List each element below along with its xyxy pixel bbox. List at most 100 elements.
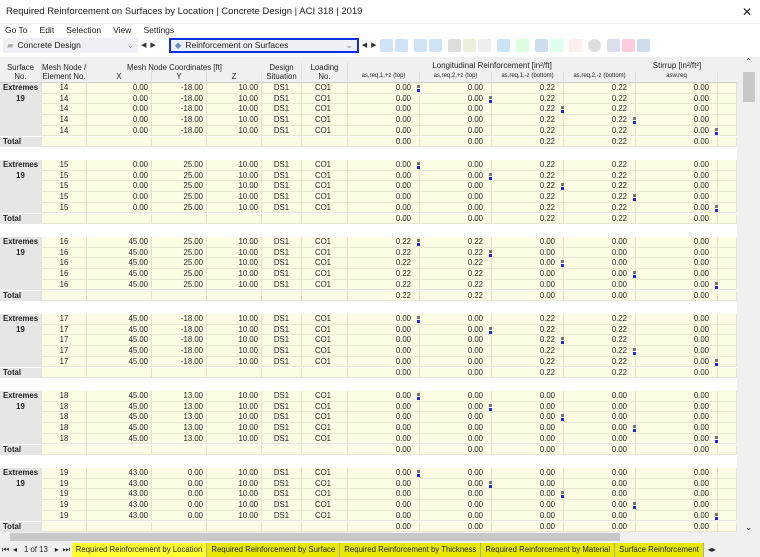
next-icon[interactable]: ▶ — [150, 41, 155, 49]
table-row[interactable]: Extremes1745.00-18.0010.00DS1CO10.000.00… — [0, 314, 737, 325]
table-row[interactable]: 1745.00-18.0010.00DS1CO10.000.000.220.22… — [0, 335, 737, 346]
prev-page-icon[interactable]: ◂ — [13, 545, 17, 554]
table-row[interactable]: Extremes140.00-18.0010.00DS1CO10.000.000… — [0, 83, 737, 94]
value: 0.00 — [694, 325, 709, 334]
x-cell: 0.00 — [87, 126, 152, 137]
table-row[interactable]: 191645.0025.0010.00DS1CO10.220.220.000.0… — [0, 248, 737, 259]
prev-icon[interactable]: ◀ — [141, 41, 146, 49]
total-row[interactable]: Total0.000.000.220.220.00 — [0, 137, 737, 148]
z-cell: 10.00 — [207, 346, 262, 357]
value: 0.00 — [694, 423, 709, 432]
col-as2-top: as,req,2,+z (top) — [420, 72, 492, 81]
value-cell: 0.22 — [492, 314, 564, 325]
filter-icon[interactable] — [535, 39, 548, 52]
table-row[interactable]: 150.0025.0010.00DS1CO10.000.000.220.220.… — [0, 181, 737, 192]
table-row[interactable]: 1943.000.0010.00DS1CO10.000.000.000.000.… — [0, 511, 737, 522]
table-row[interactable]: Extremes1645.0025.0010.00DS1CO10.220.220… — [0, 237, 737, 248]
tab-by-material[interactable]: Required Reinforcement by Material — [481, 543, 615, 557]
column-icon-2[interactable] — [478, 39, 491, 52]
menu-selection[interactable]: Selection — [66, 25, 101, 35]
table-row[interactable]: 150.0025.0010.00DS1CO10.000.000.220.220.… — [0, 203, 737, 214]
select-icon[interactable] — [380, 39, 393, 52]
chart-icon[interactable] — [497, 39, 510, 52]
column-icon[interactable] — [463, 39, 476, 52]
scroll-up-icon[interactable]: ⌃ — [737, 57, 760, 66]
module-select[interactable]: ▰Concrete Design⌄ — [3, 38, 138, 53]
table-row[interactable]: 1845.0013.0010.00DS1CO10.000.000.000.000… — [0, 412, 737, 423]
zoom-icon[interactable] — [607, 39, 620, 52]
menu-edit[interactable]: Edit — [40, 25, 55, 35]
color-icon[interactable] — [622, 39, 635, 52]
co-cell: CO1 — [302, 203, 348, 214]
value-cell: 0.22 — [420, 291, 492, 302]
table-row[interactable]: 1943.000.0010.00DS1CO10.000.000.000.000.… — [0, 489, 737, 500]
table-row[interactable]: 1943.000.0010.00DS1CO10.000.000.000.000.… — [0, 500, 737, 511]
table-row[interactable]: 1845.0013.0010.00DS1CO10.000.000.000.000… — [0, 434, 737, 445]
values-icon[interactable] — [429, 39, 442, 52]
table-row[interactable]: Extremes150.0025.0010.00DS1CO10.000.000.… — [0, 160, 737, 171]
vertical-scrollbar[interactable]: ⌃⌄ — [737, 57, 760, 532]
ds-cell: DS1 — [262, 258, 302, 269]
tab-by-thickness[interactable]: Required Reinforcement by Thickness — [340, 543, 481, 557]
table-row[interactable]: 1745.00-18.0010.00DS1CO10.000.000.220.22… — [0, 346, 737, 357]
tab-by-location[interactable]: Required Reinforcement by Location — [72, 543, 208, 557]
scroll-thumb[interactable] — [10, 533, 620, 541]
value: 0.22 — [540, 104, 555, 113]
table-row[interactable]: 1645.0025.0010.00DS1CO10.220.220.000.000… — [0, 269, 737, 280]
ds-cell — [262, 522, 302, 533]
table-row[interactable]: 140.00-18.0010.00DS1CO10.000.000.220.220… — [0, 104, 737, 115]
decimals-icon[interactable] — [550, 39, 563, 52]
value-cell: 0.22 — [492, 357, 564, 368]
table-row[interactable]: Extremes1845.0013.0010.00DS1CO10.000.000… — [0, 391, 737, 402]
value-cell: 0.00 — [420, 468, 492, 479]
table-row[interactable]: 1845.0013.0010.00DS1CO10.000.000.000.000… — [0, 423, 737, 434]
surface-cell — [0, 258, 42, 269]
value-cell: 0.00 — [420, 511, 492, 522]
close-icon[interactable]: ✕ — [742, 5, 752, 19]
tab-by-surface[interactable]: Required Reinforcement by Surface — [207, 543, 340, 557]
table-row[interactable]: 191745.00-18.0010.00DS1CO10.000.000.220.… — [0, 325, 737, 336]
horizontal-scrollbar[interactable] — [0, 532, 760, 542]
table-row[interactable]: Extremes1943.000.0010.00DS1CO10.000.000.… — [0, 468, 737, 479]
table-row[interactable]: 140.00-18.0010.00DS1CO10.000.000.220.220… — [0, 115, 737, 126]
value-cell: 0.22 — [348, 280, 420, 291]
table-row[interactable]: 191943.000.0010.00DS1CO10.000.000.000.00… — [0, 479, 737, 490]
table-row[interactable]: 1645.0025.0010.00DS1CO10.220.220.000.000… — [0, 258, 737, 269]
menu-settings[interactable]: Settings — [143, 25, 174, 35]
table-row[interactable]: 1645.0025.0010.00DS1CO10.220.220.000.000… — [0, 280, 737, 291]
table-row[interactable]: 1745.00-18.0010.00DS1CO10.000.000.220.22… — [0, 357, 737, 368]
export-icon[interactable] — [516, 39, 529, 52]
total-row[interactable]: Total0.000.000.000.000.00 — [0, 522, 737, 533]
next-page-icon[interactable]: ▸ — [55, 545, 59, 554]
table-row[interactable]: 140.00-18.0010.00DS1CO10.000.000.220.220… — [0, 126, 737, 137]
total-row[interactable]: Total0.220.220.000.000.00 — [0, 291, 737, 302]
table-row[interactable]: 19140.00-18.0010.00DS1CO10.000.000.220.2… — [0, 94, 737, 105]
value: 0.00 — [612, 468, 627, 477]
result-select[interactable]: ◆Reinforcement on Surfaces⌄ — [169, 38, 359, 53]
deselect-icon[interactable] — [569, 39, 582, 52]
next-icon[interactable]: ▶ — [371, 41, 376, 49]
menu-goto[interactable]: Go To — [5, 25, 28, 35]
scroll-down-icon[interactable]: ⌄ — [737, 523, 760, 532]
prev-icon[interactable]: ◀ — [362, 41, 367, 49]
first-page-icon[interactable]: ⏮ — [2, 545, 9, 555]
menu-view[interactable]: View — [113, 25, 131, 35]
table-row[interactable]: 19150.0025.0010.00DS1CO10.000.000.220.22… — [0, 171, 737, 182]
tabs-scroll-icon[interactable]: ◂▸ — [708, 545, 716, 554]
total-row[interactable]: Total0.000.000.220.220.00 — [0, 368, 737, 379]
col-element: Mesh Node /Element No. — [42, 63, 87, 81]
search-icon[interactable] — [588, 39, 601, 52]
ds-cell — [262, 137, 302, 148]
settings-icon[interactable] — [637, 39, 650, 52]
select-icon-2[interactable] — [395, 39, 408, 52]
scroll-thumb[interactable] — [743, 72, 755, 102]
table-icon[interactable] — [448, 39, 461, 52]
y-cell: -18.00 — [152, 357, 207, 368]
total-row[interactable]: Total0.000.000.220.220.00 — [0, 214, 737, 225]
view-icon[interactable] — [414, 39, 427, 52]
total-row[interactable]: Total0.000.000.000.000.00 — [0, 445, 737, 456]
table-row[interactable]: 150.0025.0010.00DS1CO10.000.000.220.220.… — [0, 192, 737, 203]
table-row[interactable]: 191845.0013.0010.00DS1CO10.000.000.000.0… — [0, 402, 737, 413]
last-page-icon[interactable]: ⏭ — [63, 545, 70, 555]
tab-surface-reinforcement[interactable]: Surface Reinforcement — [615, 543, 704, 557]
